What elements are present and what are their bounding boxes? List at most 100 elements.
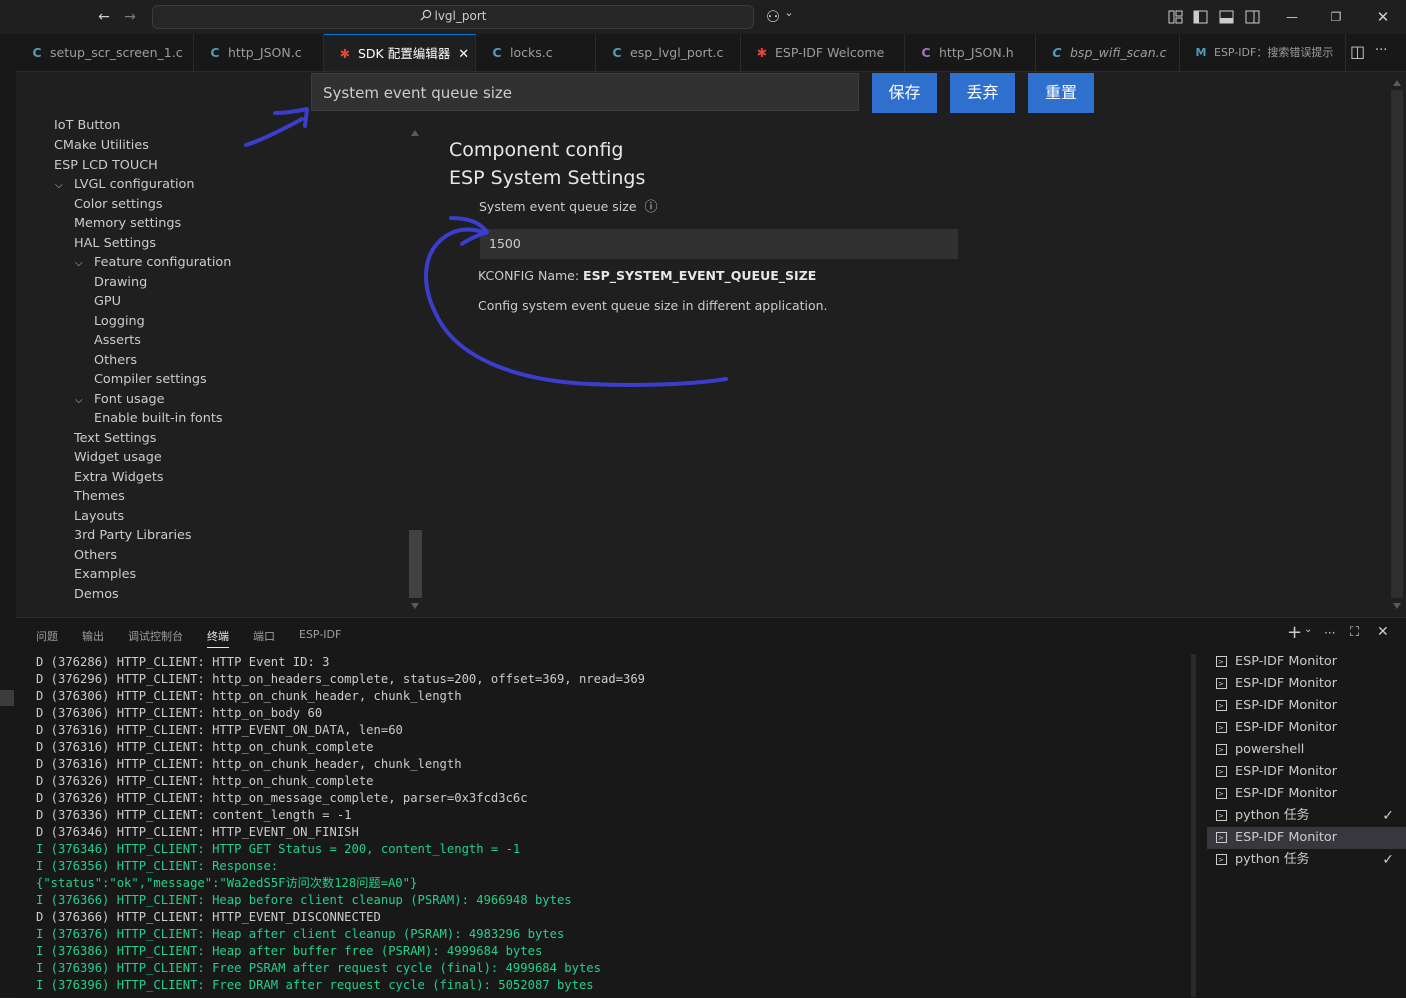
terminal-item[interactable]: > ESP-IDF Monitor xyxy=(1207,695,1406,717)
tab-esp-idf-error-hints[interactable]: M ESP-IDF：搜索错误提示 xyxy=(1180,34,1346,71)
tree-item-font-usage[interactable]: Font usage xyxy=(94,392,165,407)
panel-tab-ports[interactable]: 端口 xyxy=(253,628,275,644)
terminal-output[interactable]: D (376286) HTTP_CLIENT: HTTP Event ID: 3… xyxy=(36,654,1186,997)
terminal-item[interactable]: > ESP-IDF Monitor xyxy=(1207,717,1406,739)
toggle-primary-sidebar-icon[interactable] xyxy=(1193,10,1208,24)
tree-item-examples[interactable]: Examples xyxy=(74,567,136,582)
tree-item-others-2[interactable]: Others xyxy=(74,548,117,563)
tree-item-hal-settings[interactable]: HAL Settings xyxy=(74,236,156,251)
terminal-icon: > xyxy=(1216,722,1227,733)
close-window-icon[interactable]: ✕ xyxy=(1373,0,1393,34)
terminal-line: D (376316) HTTP_CLIENT: HTTP_EVENT_ON_DA… xyxy=(36,723,403,737)
terminal-line: I (376366) HTTP_CLIENT: Heap before clie… xyxy=(36,893,572,907)
content-scrollbar[interactable] xyxy=(1391,90,1403,598)
content-scroll-up-icon[interactable] xyxy=(1393,80,1401,86)
tab-bsp-wifi-scan-c[interactable]: Cbsp_wifi_scan.c xyxy=(1036,34,1180,71)
tree-item-asserts[interactable]: Asserts xyxy=(94,333,141,348)
tree-item-cmake-utilities[interactable]: CMake Utilities xyxy=(54,138,149,153)
terminal-line: I (376356) HTTP_CLIENT: Response: xyxy=(36,859,279,873)
panel-tab-problems[interactable]: 问题 xyxy=(36,628,58,644)
info-icon[interactable]: ⓘ xyxy=(645,200,658,215)
tree-item-color-settings[interactable]: Color settings xyxy=(74,197,163,212)
split-editor-icon[interactable]: ◫ xyxy=(1350,42,1365,61)
close-panel-icon[interactable]: ✕ xyxy=(1377,624,1389,640)
tree-item-demos[interactable]: Demos xyxy=(74,587,119,602)
tab-esp-lvgl-port-c[interactable]: Cesp_lvgl_port.c xyxy=(596,34,741,71)
tree-item-iot-button[interactable]: IoT Button xyxy=(54,118,120,133)
terminal-line: I (376396) HTTP_CLIENT: Free DRAM after … xyxy=(36,978,594,992)
terminal-item[interactable]: > python 任务 ✓ xyxy=(1207,805,1406,827)
config-search-input[interactable]: System event queue size xyxy=(311,73,859,111)
panel-tab-output[interactable]: 输出 xyxy=(82,628,104,644)
panel-tab-debug-console[interactable]: 调试控制台 xyxy=(128,628,183,644)
terminal-dropdown-chevron-icon[interactable]: ⌄ xyxy=(1304,624,1312,635)
tree-item-layouts[interactable]: Layouts xyxy=(74,509,124,524)
content-scroll-down-icon[interactable] xyxy=(1393,603,1401,609)
tree-item-3rd-party-libraries[interactable]: 3rd Party Libraries xyxy=(74,528,192,543)
customize-layout-icon[interactable] xyxy=(1168,10,1183,24)
close-tab-icon[interactable]: ✕ xyxy=(458,47,469,62)
tab-locks-c[interactable]: Clocks.c xyxy=(476,34,596,71)
forward-arrow-icon[interactable]: → xyxy=(120,0,140,34)
restore-icon[interactable]: ❐ xyxy=(1326,0,1346,34)
tree-item-feature-configuration[interactable]: Feature configuration xyxy=(94,255,231,270)
terminal-item[interactable]: > ESP-IDF Monitor xyxy=(1207,651,1406,673)
tree-item-drawing[interactable]: Drawing xyxy=(94,275,147,290)
chevron-down-icon[interactable]: ⌵ xyxy=(55,180,63,191)
scroll-down-arrow-icon[interactable] xyxy=(411,603,419,609)
new-terminal-icon[interactable]: + xyxy=(1287,622,1302,643)
tree-item-enable-built-in-fonts[interactable]: Enable built-in fonts xyxy=(94,411,223,426)
tree-item-gpu[interactable]: GPU xyxy=(94,294,121,309)
tree-item-widget-usage[interactable]: Widget usage xyxy=(74,450,162,465)
tree-item-lvgl-configuration[interactable]: LVGL configuration xyxy=(74,177,194,192)
chevron-down-icon[interactable]: ⌵ xyxy=(75,395,83,406)
terminal-item[interactable]: > ESP-IDF Monitor xyxy=(1207,673,1406,695)
terminal-scrollbar[interactable] xyxy=(1191,654,1196,997)
tree-item-compiler-settings[interactable]: Compiler settings xyxy=(94,372,207,387)
toggle-secondary-sidebar-icon[interactable] xyxy=(1245,10,1260,24)
tree-item-text-settings[interactable]: Text Settings xyxy=(74,431,156,446)
tree-item-esp-lcd-touch[interactable]: ESP LCD TOUCH xyxy=(54,158,158,173)
reset-button[interactable]: 重置 xyxy=(1028,73,1094,113)
tree-item-logging[interactable]: Logging xyxy=(94,314,145,329)
save-button[interactable]: 保存 xyxy=(872,73,937,113)
copilot-chevron-icon[interactable]: ⌄ xyxy=(783,0,795,30)
c-file-icon: C xyxy=(612,45,622,60)
tab-http-json-c[interactable]: Chttp_JSON.c xyxy=(194,34,324,71)
terminal-item-label: ESP-IDF Monitor xyxy=(1235,786,1337,801)
back-arrow-icon[interactable]: ← xyxy=(94,0,114,34)
tree-scrollbar-thumb[interactable] xyxy=(409,530,422,598)
tab-sdk-config-editor[interactable]: ✱ SDK 配置编辑器 ✕ xyxy=(324,34,476,71)
panel-tab-esp-idf[interactable]: ESP-IDF xyxy=(299,628,341,641)
tree-item-memory-settings[interactable]: Memory settings xyxy=(74,216,181,231)
terminal-item[interactable]: > ESP-IDF Monitor xyxy=(1207,783,1406,805)
tree-item-extra-widgets[interactable]: Extra Widgets xyxy=(74,470,164,485)
panel-tab-terminal[interactable]: 终端 xyxy=(207,628,229,648)
terminal-item[interactable]: > python 任务 ✓ xyxy=(1207,849,1406,871)
check-icon: ✓ xyxy=(1382,852,1394,868)
tree-item-themes[interactable]: Themes xyxy=(74,489,125,504)
discard-button[interactable]: 丢弃 xyxy=(950,73,1015,113)
tab-http-json-h[interactable]: Chttp_JSON.h xyxy=(905,34,1036,71)
terminal-item-selected[interactable]: > ESP-IDF Monitor xyxy=(1207,827,1406,849)
terminal-line: I (376396) HTTP_CLIENT: Free PSRAM after… xyxy=(36,961,601,975)
maximize-panel-icon[interactable]: ⛶ xyxy=(1350,625,1359,640)
sash-handle[interactable] xyxy=(0,690,14,706)
queue-size-input[interactable]: 1500 xyxy=(480,229,958,259)
minimize-icon[interactable]: — xyxy=(1282,0,1302,34)
tree-item-others[interactable]: Others xyxy=(94,353,137,368)
terminal-line: I (376346) HTTP_CLIENT: HTTP GET Status … xyxy=(36,842,521,856)
scroll-up-arrow-icon[interactable] xyxy=(411,130,419,136)
terminal-item[interactable]: > powershell xyxy=(1207,739,1406,761)
terminal-line: D (376306) HTTP_CLIENT: http_on_chunk_he… xyxy=(36,689,462,703)
copilot-icon[interactable]: ⚇ xyxy=(764,0,782,34)
more-actions-icon[interactable]: ··· xyxy=(1375,43,1387,58)
tab-esp-idf-welcome[interactable]: ✱ ESP-IDF Welcome xyxy=(741,34,905,71)
terminal-item[interactable]: > ESP-IDF Monitor xyxy=(1207,761,1406,783)
toggle-panel-icon[interactable] xyxy=(1219,10,1234,24)
tab-setup-scr-screen-1[interactable]: Csetup_scr_screen_1.c xyxy=(16,34,194,71)
command-center-search[interactable]: lvgl_port xyxy=(152,5,754,29)
espressif-icon: ✱ xyxy=(756,45,768,60)
chevron-down-icon[interactable]: ⌵ xyxy=(75,258,83,269)
panel-more-icon[interactable]: ··· xyxy=(1324,626,1335,640)
